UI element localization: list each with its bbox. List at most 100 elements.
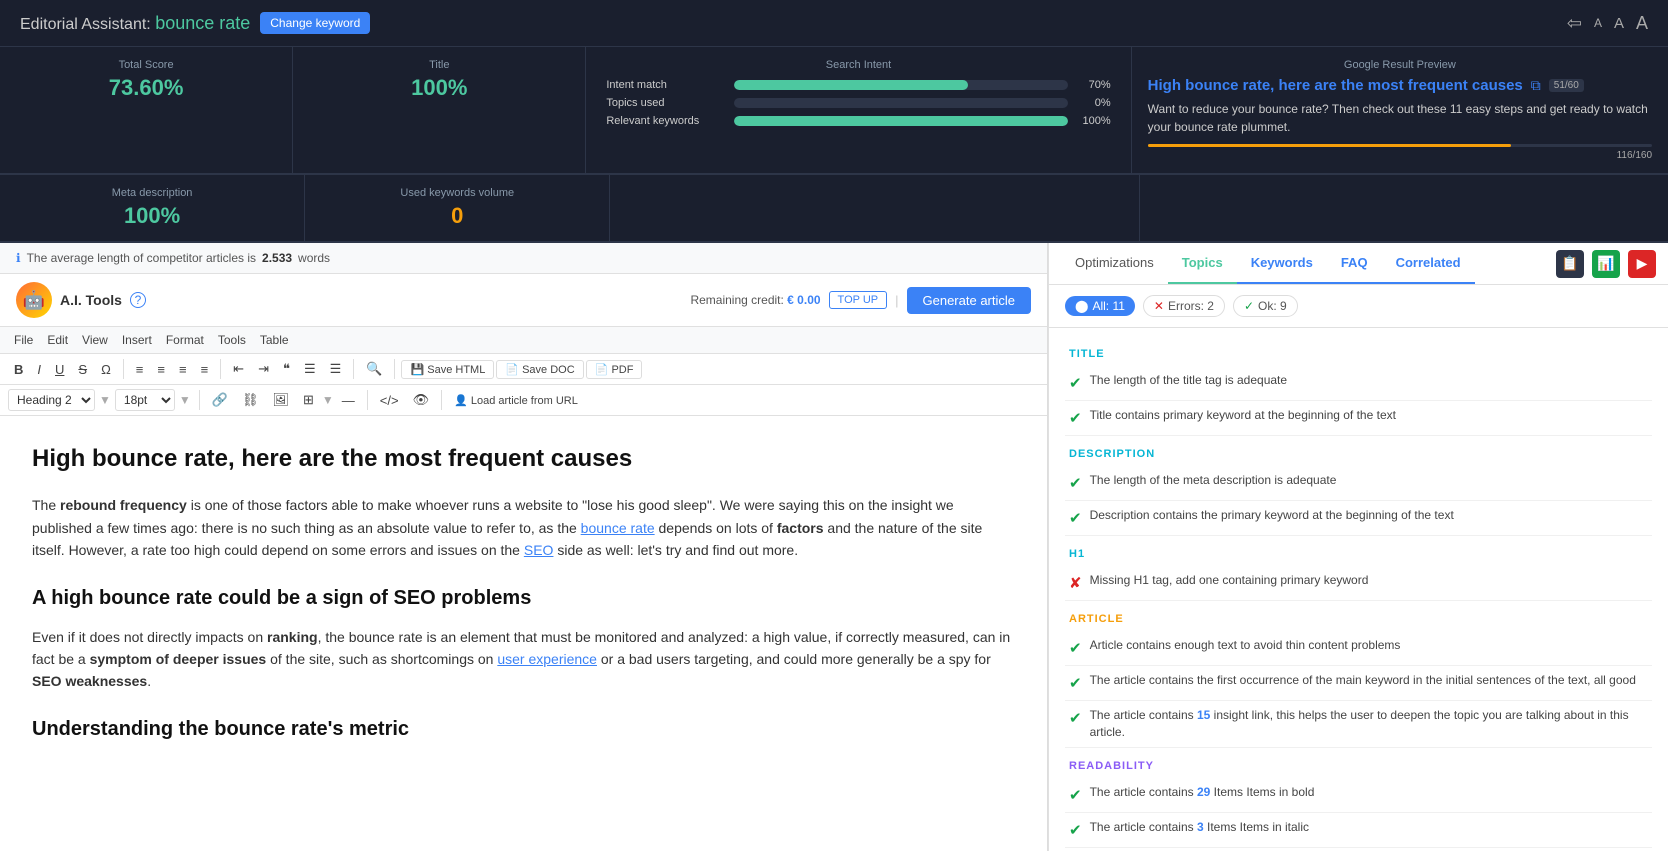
meta-desc-value: 100% xyxy=(20,203,284,229)
spacer-1 xyxy=(610,175,1139,241)
save-doc-label: Save DOC xyxy=(522,364,575,376)
checks-list: TITLE ✔ The length of the title tag is a… xyxy=(1049,328,1668,851)
app-title: Editorial Assistant: bounce rate xyxy=(20,13,250,34)
save-html-button[interactable]: 💾 Save HTML xyxy=(401,360,494,379)
intent-match-pct: 70% xyxy=(1076,79,1111,91)
indent-increase-button[interactable]: ⇥ xyxy=(252,358,275,380)
check-desc-length: ✔ The length of the meta description is … xyxy=(1065,466,1652,501)
format-menu[interactable]: Format xyxy=(160,331,210,349)
code-button[interactable]: </> xyxy=(374,390,405,411)
article-h2: A high bounce rate could be a sign of SE… xyxy=(32,582,1015,614)
align-left-button[interactable]: ≡ xyxy=(130,359,150,380)
credit-label: Remaining credit: € 0.00 xyxy=(690,293,820,307)
video-icon-button[interactable]: ▶ xyxy=(1628,250,1656,278)
tab-faq[interactable]: FAQ xyxy=(1327,243,1382,284)
preview-button[interactable]: 👁 xyxy=(407,389,436,411)
used-keywords-label: Used keywords volume xyxy=(325,187,589,199)
special-chars-button[interactable]: Ω xyxy=(95,359,117,380)
section-title-readability: READABILITY xyxy=(1065,760,1652,772)
pdf-button[interactable]: 📄 PDF xyxy=(586,360,643,379)
filter-all-label: All: 11 xyxy=(1092,299,1124,313)
search-button[interactable]: 🔍 xyxy=(360,358,388,380)
relevant-keywords-label: Relevant keywords xyxy=(606,115,726,127)
align-justify-button[interactable]: ≡ xyxy=(195,359,215,380)
check-ok-icon: ✔ xyxy=(1069,820,1082,841)
filter-errors[interactable]: ✕ Errors: 2 xyxy=(1143,295,1225,317)
tab-topics[interactable]: Topics xyxy=(1168,243,1237,284)
help-icon[interactable]: ? xyxy=(130,292,146,308)
separator-1 xyxy=(123,359,124,379)
ai-tools-right: Remaining credit: € 0.00 TOP UP | Genera… xyxy=(690,287,1031,314)
blockquote-button[interactable]: ❝ xyxy=(277,358,296,380)
insert-menu[interactable]: Insert xyxy=(116,331,158,349)
tab-optimizations[interactable]: Optimizations xyxy=(1061,243,1168,284)
document-icon-button[interactable]: 📋 xyxy=(1556,250,1584,278)
check-italic-items-text: The article contains 3 Items Items in it… xyxy=(1090,819,1648,836)
check-title-length-text: The length of the title tag is adequate xyxy=(1090,372,1648,389)
check-ok-icon: ✔ xyxy=(1069,373,1082,394)
strikethrough-button[interactable]: S xyxy=(72,359,93,380)
search-intent-card: Search Intent Intent match 70% Topics us… xyxy=(586,47,1131,173)
chart-icon-button[interactable]: 📊 xyxy=(1592,250,1620,278)
credit-amount: € 0.00 xyxy=(787,293,820,307)
ai-tools-label: A.I. Tools xyxy=(60,292,122,308)
topup-button[interactable]: TOP UP xyxy=(829,291,888,309)
generate-article-button[interactable]: Generate article xyxy=(907,287,1032,314)
file-menu[interactable]: File xyxy=(8,331,39,349)
bounce-rate-link[interactable]: bounce rate xyxy=(581,520,655,536)
tab-keywords[interactable]: Keywords xyxy=(1237,243,1327,284)
info-bar-words: 2.533 xyxy=(262,251,292,265)
unordered-list-button[interactable]: ☰ xyxy=(298,358,322,380)
table-menu[interactable]: Table xyxy=(254,331,295,349)
article-h1: High bounce rate, here are the most freq… xyxy=(32,440,1015,478)
check-ok-icon: ✔ xyxy=(1069,638,1082,659)
font-medium-icon[interactable]: A xyxy=(1614,15,1624,32)
separator-3 xyxy=(353,359,354,379)
align-right-button[interactable]: ≡ xyxy=(173,359,193,380)
user-experience-link[interactable]: user experience xyxy=(497,651,597,667)
save-doc-button[interactable]: 📄 Save DOC xyxy=(496,360,583,379)
separator-5 xyxy=(199,390,200,410)
meta-desc-card: Meta description 100% xyxy=(0,175,305,241)
tools-menu[interactable]: Tools xyxy=(212,331,252,349)
intent-match-row: Intent match 70% xyxy=(606,79,1110,91)
underline-button[interactable]: U xyxy=(49,359,70,380)
filter-ok[interactable]: ✓ Ok: 9 xyxy=(1233,295,1298,317)
bold-button[interactable]: B xyxy=(8,359,29,380)
meta-desc-label: Meta description xyxy=(20,187,284,199)
edit-menu[interactable]: Edit xyxy=(41,331,74,349)
indent-decrease-button[interactable]: ⇤ xyxy=(227,358,250,380)
used-keywords-card: Used keywords volume 0 xyxy=(305,175,610,241)
tab-correlated[interactable]: Correlated xyxy=(1382,243,1475,284)
heading-select[interactable]: Heading 2 Heading 1 Paragraph xyxy=(8,389,95,411)
italic-button[interactable]: I xyxy=(31,359,47,380)
view-menu[interactable]: View xyxy=(76,331,114,349)
image-button[interactable]: 🖼 xyxy=(266,389,295,411)
check-bold-items-text: The article contains 29 Items Items in b… xyxy=(1090,784,1648,801)
separator-4 xyxy=(394,359,395,379)
topics-used-label: Topics used xyxy=(606,97,726,109)
load-url-button[interactable]: 👤 Load article from URL xyxy=(448,391,584,410)
hr-button[interactable]: — xyxy=(336,390,361,411)
font-large-icon[interactable]: A xyxy=(1636,13,1648,34)
link-button[interactable]: 🔗 xyxy=(206,389,234,411)
seo-link[interactable]: SEO xyxy=(524,542,554,558)
load-url-label: Load article from URL xyxy=(471,395,578,407)
align-center-button[interactable]: ≡ xyxy=(151,359,171,380)
table-button[interactable]: ⊞ xyxy=(297,389,320,411)
google-preview-card: Google Result Preview High bounce rate, … xyxy=(1132,47,1668,173)
copy-icon: ⧉ xyxy=(1531,77,1541,94)
unlink-button[interactable]: ⛓ xyxy=(236,389,265,411)
filter-ok-label: Ok: 9 xyxy=(1258,299,1287,313)
desc-char-count: 116/160 xyxy=(1148,150,1652,161)
change-keyword-button[interactable]: Change keyword xyxy=(260,12,370,34)
total-score-label: Total Score xyxy=(20,59,272,71)
editor-content[interactable]: High bounce rate, here are the most freq… xyxy=(0,416,1047,851)
check-ok-icon: ✔ xyxy=(1069,673,1082,694)
google-preview-link[interactable]: High bounce rate, here are the most freq… xyxy=(1148,77,1523,94)
filter-all[interactable]: ⬤ All: 11 xyxy=(1065,296,1135,316)
font-size-select[interactable]: 18pt 12pt 14pt xyxy=(115,389,175,411)
intent-match-bar-bg xyxy=(734,80,1067,90)
font-small-icon[interactable]: A xyxy=(1594,16,1602,30)
ordered-list-button[interactable]: ☰ xyxy=(324,358,348,380)
